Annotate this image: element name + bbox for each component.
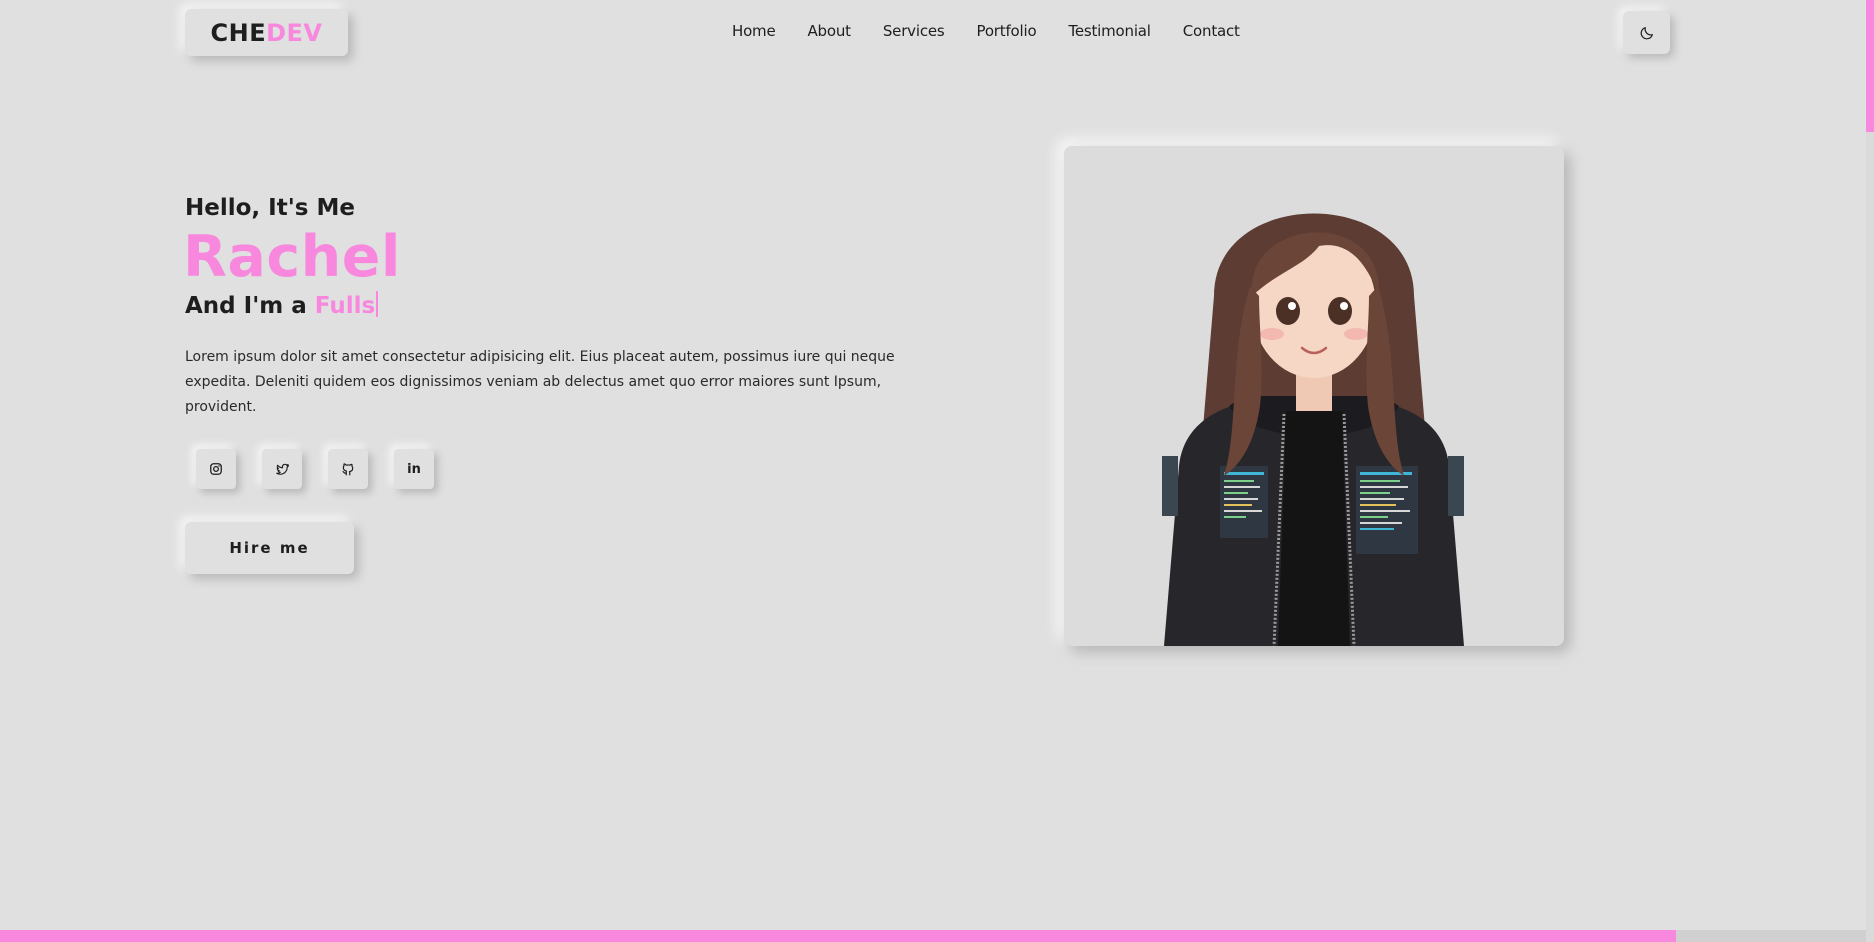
nav-services[interactable]: Services (883, 22, 945, 40)
hero-name: Rachel (183, 224, 401, 290)
twitter-link[interactable] (262, 449, 302, 489)
moon-icon (1640, 26, 1653, 39)
instagram-icon (210, 463, 222, 475)
hero-role: And I'm a Fulls (185, 291, 379, 319)
hire-me-button[interactable]: Hire me (185, 522, 354, 574)
social-links: in (196, 449, 434, 489)
theme-toggle-button[interactable] (1623, 11, 1670, 54)
profile-image (1064, 146, 1564, 646)
logo-text-primary: CHE (210, 18, 267, 47)
page: CHE DEV Home About Services Portfolio Tes… (0, 0, 1874, 942)
vertical-scrollbar-track[interactable] (1866, 132, 1874, 942)
instagram-link[interactable] (196, 449, 236, 489)
linkedin-icon: in (407, 461, 421, 477)
github-icon (342, 463, 354, 476)
twitter-icon (275, 463, 289, 475)
linkedin-link[interactable]: in (394, 449, 434, 489)
github-link[interactable] (328, 449, 368, 489)
scroll-progress-track (1676, 930, 1866, 942)
nav-home[interactable]: Home (732, 22, 776, 40)
hero-greeting: Hello, It's Me (185, 195, 355, 221)
scroll-progress-bar (0, 930, 1676, 942)
logo-text-accent: DEV (266, 18, 323, 47)
hero-description: Lorem ipsum dolor sit amet consectetur a… (185, 349, 895, 415)
role-prefix: And I'm a (185, 293, 315, 319)
nav-contact[interactable]: Contact (1183, 22, 1240, 40)
nav-about[interactable]: About (808, 22, 852, 40)
typing-cursor (376, 291, 379, 317)
role-typed-text: Fulls (314, 293, 376, 319)
nav-portfolio[interactable]: Portfolio (977, 22, 1037, 40)
main-nav: Home About Services Portfolio Testimonia… (732, 22, 1272, 40)
avatar-illustration (1064, 146, 1564, 646)
logo[interactable]: CHE DEV (185, 9, 348, 56)
vertical-scrollbar-thumb[interactable] (1866, 0, 1874, 132)
nav-testimonial[interactable]: Testimonial (1068, 22, 1151, 40)
